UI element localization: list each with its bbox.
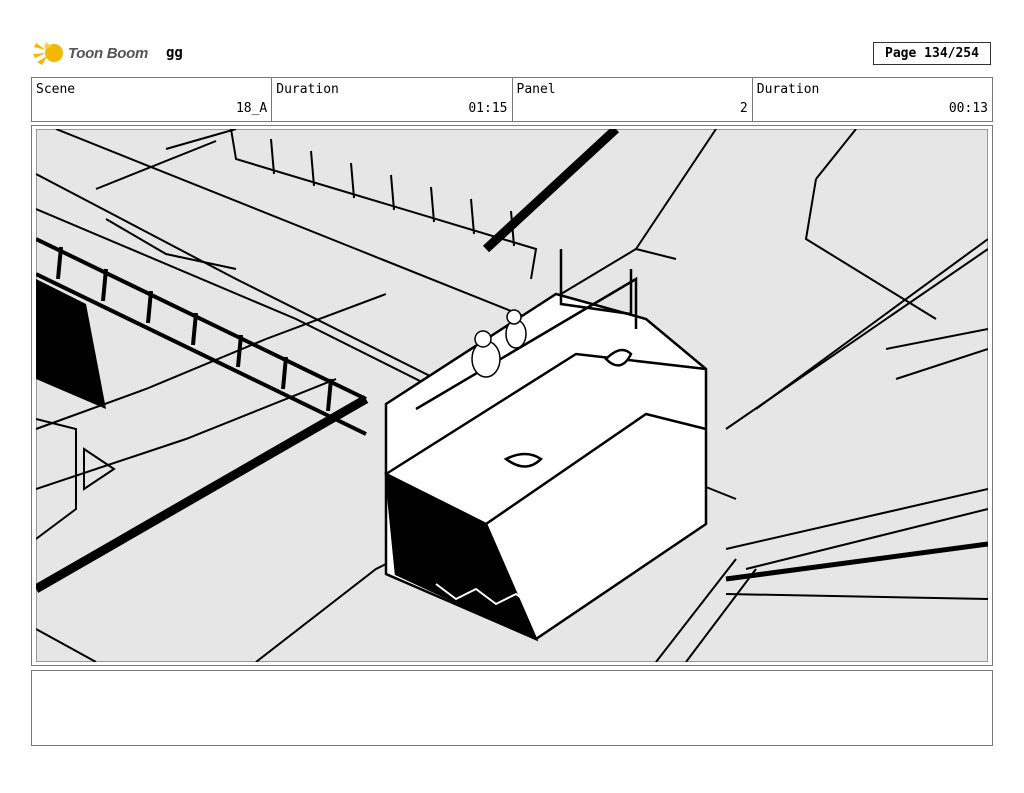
notes-box xyxy=(31,670,993,746)
brand-name: Toon Boom xyxy=(68,44,149,62)
scene-cell: Scene 18_A xyxy=(32,78,273,121)
scene-value: 18_A xyxy=(235,101,268,116)
scene-duration-value: 01:15 xyxy=(468,101,508,116)
panel-duration-value: 00:13 xyxy=(948,101,988,116)
panel-cell: Panel 2 xyxy=(513,78,753,121)
storyboard-drawing-icon xyxy=(36,129,988,662)
scene-duration-label: Duration xyxy=(276,82,339,97)
storyboard-panel xyxy=(31,125,993,666)
panel-label: Panel xyxy=(516,82,556,97)
panel-duration-cell: Duration 00:13 xyxy=(753,78,992,121)
panel-value: 2 xyxy=(739,101,748,116)
project-name: gg xyxy=(166,45,183,61)
scene-label: Scene xyxy=(36,82,76,97)
scene-duration-cell: Duration 01:15 xyxy=(272,78,513,121)
panel-duration-label: Duration xyxy=(756,82,820,97)
toon-boom-star-icon xyxy=(33,42,63,65)
page-indicator: Page 134/254 xyxy=(873,42,991,65)
scene-info-row: Scene 18_A Duration 01:15 Panel 2 Durati… xyxy=(31,77,993,122)
toon-boom-logo: Toon Boom xyxy=(32,38,148,68)
